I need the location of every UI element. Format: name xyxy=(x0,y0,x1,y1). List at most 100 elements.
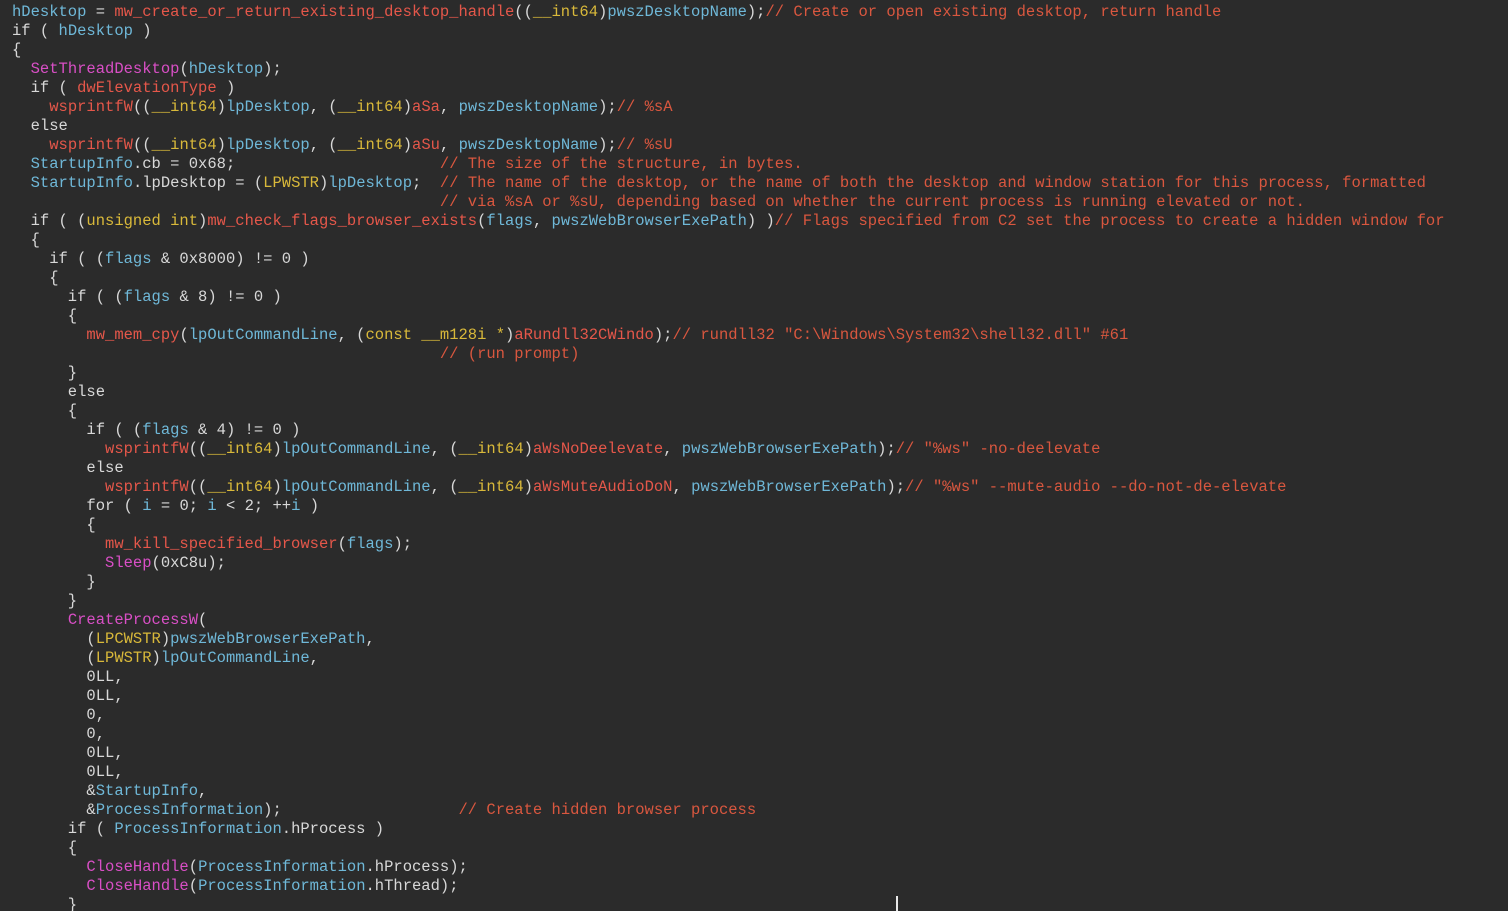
code-line[interactable]: } xyxy=(12,592,1445,611)
code-token-plain: ); xyxy=(598,98,617,116)
code-token-type: __int64 xyxy=(532,3,599,21)
text-caret xyxy=(896,896,898,911)
code-token-plain: & 4) != 0 ) xyxy=(188,421,301,439)
code-line[interactable]: wsprintfW((__int64)lpDesktop, (__int64)a… xyxy=(12,136,1445,155)
code-token-plain: ( xyxy=(188,858,199,876)
code-line[interactable]: else xyxy=(12,459,1445,478)
code-line[interactable]: { xyxy=(12,402,1445,421)
code-token-plain: if ( xyxy=(12,22,59,40)
code-token-global: aSu xyxy=(412,136,440,154)
code-token-plain: (( xyxy=(514,3,533,21)
code-token-global: aWsNoDeelevate xyxy=(532,440,664,458)
code-token-comment: // "%ws" --mute-audio --do-not-de-elevat… xyxy=(905,478,1287,496)
code-line[interactable]: 0, xyxy=(12,706,1445,725)
code-line[interactable]: if ( (flags & 0x8000) != 0 ) xyxy=(12,250,1445,269)
code-token-plain: , xyxy=(198,782,208,800)
code-line[interactable]: Sleep(0xC8u); xyxy=(12,554,1445,573)
code-line[interactable]: wsprintfW((__int64)lpOutCommandLine, (__… xyxy=(12,478,1445,497)
code-line[interactable]: 0LL, xyxy=(12,763,1445,782)
code-token-type: __int64 xyxy=(458,478,524,496)
code-token-plain: .hProcess); xyxy=(365,858,468,876)
code-line[interactable]: 0, xyxy=(12,725,1445,744)
code-token-plain: 0LL, xyxy=(12,687,124,705)
code-line[interactable]: { xyxy=(12,41,1445,60)
code-line[interactable]: if ( (flags & 8) != 0 ) xyxy=(12,288,1445,307)
code-line[interactable]: if ( dwElevationType ) xyxy=(12,79,1445,98)
code-token-plain: if ( ( xyxy=(12,288,124,306)
code-line[interactable]: StartupInfo.lpDesktop = (LPWSTR)lpDeskto… xyxy=(12,174,1445,193)
code-token-plain: ( xyxy=(179,60,189,78)
code-token-plain: ) xyxy=(523,440,533,458)
pseudocode-view[interactable]: hDesktop = mw_create_or_return_existing_… xyxy=(0,0,1508,911)
code-token-var: hDesktop xyxy=(12,3,87,21)
code-token-plain: 0LL, xyxy=(12,763,124,781)
code-token-plain: ) xyxy=(272,478,282,496)
code-line[interactable]: wsprintfW((__int64)lpDesktop, (__int64)a… xyxy=(12,98,1445,117)
code-line[interactable]: else xyxy=(12,117,1445,136)
code-token-comment: // "%ws" -no-deelevate xyxy=(895,440,1101,458)
code-token-plain: { xyxy=(12,402,78,420)
code-line[interactable]: } xyxy=(12,896,1445,911)
code-line[interactable]: // (run prompt) xyxy=(12,345,1445,364)
code-token-type: __int64 xyxy=(458,440,524,458)
code-line[interactable]: { xyxy=(12,269,1445,288)
code-line[interactable]: CloseHandle(ProcessInformation.hThread); xyxy=(12,877,1445,896)
code-token-var: ProcessInformation xyxy=(95,801,264,819)
code-line[interactable]: { xyxy=(12,839,1445,858)
code-token-func: wsprintfW xyxy=(105,440,189,458)
code-line[interactable]: { xyxy=(12,516,1445,535)
code-line[interactable]: } xyxy=(12,573,1445,592)
code-token-plain: if ( ( xyxy=(12,421,143,439)
code-line[interactable]: hDesktop = mw_create_or_return_existing_… xyxy=(12,3,1445,22)
code-token-plain: { xyxy=(12,516,96,534)
code-line[interactable]: &StartupInfo, xyxy=(12,782,1445,801)
code-token-plain: ( xyxy=(12,649,96,667)
code-token-plain: else xyxy=(12,459,124,477)
code-line[interactable]: 0LL, xyxy=(12,687,1445,706)
code-line[interactable]: SetThreadDesktop(hDesktop); xyxy=(12,60,1445,79)
code-token-plain: ); xyxy=(886,478,906,496)
code-token-plain: if ( ( xyxy=(12,250,106,268)
code-token-var: lpDesktop xyxy=(225,136,310,154)
code-token-type: const __m128i * xyxy=(365,326,506,344)
code-line[interactable]: } xyxy=(12,364,1445,383)
code-line[interactable]: if ( ProcessInformation.hProcess ) xyxy=(12,820,1445,839)
code-line[interactable]: wsprintfW((__int64)lpOutCommandLine, (__… xyxy=(12,440,1445,459)
code-line[interactable]: &ProcessInformation); // Create hidden b… xyxy=(12,801,1445,820)
code-line[interactable]: { xyxy=(12,307,1445,326)
code-line[interactable]: mw_kill_specified_browser(flags); xyxy=(12,535,1445,554)
code-line[interactable]: // via %sA or %sU, depending based on wh… xyxy=(12,193,1445,212)
code-line[interactable]: (LPCWSTR)pwszWebBrowserExePath, xyxy=(12,630,1445,649)
code-line[interactable]: StartupInfo.cb = 0x68; // The size of th… xyxy=(12,155,1445,174)
code-token-plain: .lpDesktop = ( xyxy=(132,174,264,192)
code-line[interactable]: for ( i = 0; i < 2; ++i ) xyxy=(12,497,1445,516)
code-line[interactable]: if ( (flags & 4) != 0 ) xyxy=(12,421,1445,440)
code-token-plain: ) xyxy=(132,22,152,40)
code-token-global: aRundll32CWindo xyxy=(514,326,654,344)
code-line[interactable]: CloseHandle(ProcessInformation.hProcess)… xyxy=(12,858,1445,877)
code-token-plain: if ( xyxy=(12,820,115,838)
code-token-type: unsigned int xyxy=(86,212,199,230)
code-line[interactable]: { xyxy=(12,231,1445,250)
code-token-plain: ( xyxy=(198,611,208,629)
code-token-var: StartupInfo xyxy=(30,174,133,192)
code-token-var: flags xyxy=(123,288,171,306)
code-line[interactable]: 0LL, xyxy=(12,668,1445,687)
code-line[interactable]: if ( hDesktop ) xyxy=(12,22,1445,41)
code-token-func: mw_kill_specified_browser xyxy=(105,535,338,553)
code-token-plain: ( xyxy=(179,326,189,344)
code-line[interactable]: else xyxy=(12,383,1445,402)
code-token-var: flags xyxy=(486,212,533,230)
code-token-plain: , xyxy=(365,630,375,648)
code-line[interactable]: CreateProcessW( xyxy=(12,611,1445,630)
code-line[interactable]: (LPWSTR)lpOutCommandLine, xyxy=(12,649,1445,668)
code-token-type: LPWSTR xyxy=(95,649,152,667)
code-line[interactable]: 0LL, xyxy=(12,744,1445,763)
code-line[interactable]: if ( (unsigned int)mw_check_flags_browse… xyxy=(12,212,1445,231)
code-token-plain: ( xyxy=(337,535,347,553)
code-line[interactable]: mw_mem_cpy(lpOutCommandLine, (const __m1… xyxy=(12,326,1445,345)
code-token-plain: , xyxy=(663,440,682,458)
